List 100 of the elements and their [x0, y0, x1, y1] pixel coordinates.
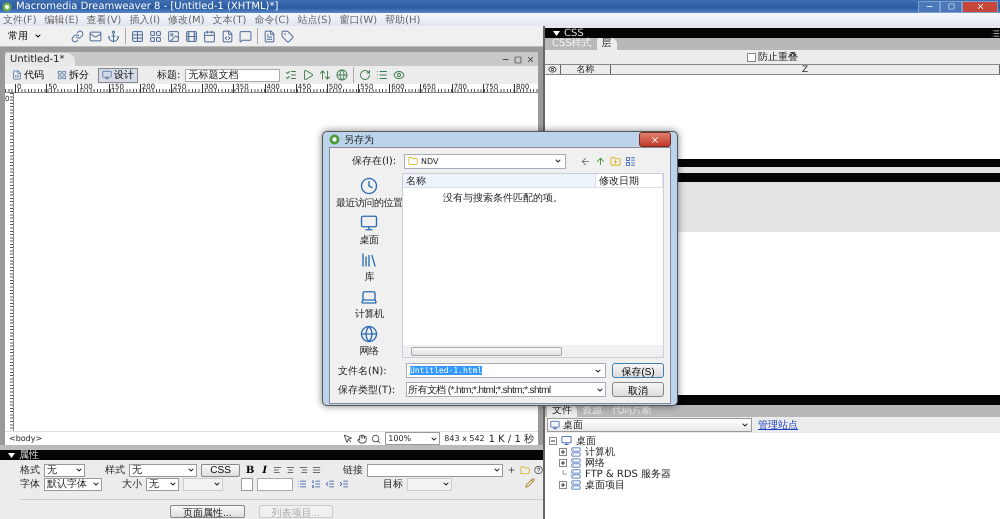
hand-icon[interactable]: [357, 434, 368, 444]
color-field[interactable]: [257, 478, 293, 490]
checklist-icon[interactable]: [285, 69, 298, 81]
tree-item[interactable]: 桌面: [576, 434, 596, 448]
size-dropdown[interactable]: 无: [146, 478, 179, 490]
collapse-triangle-icon[interactable]: [553, 30, 560, 36]
options-menu-icon[interactable]: [991, 28, 1000, 38]
expand-icon[interactable]: [559, 480, 567, 488]
file-code-icon[interactable]: [221, 30, 234, 42]
title-field[interactable]: 无标题文档: [185, 68, 280, 82]
close-button[interactable]: [639, 132, 671, 147]
grid-icon[interactable]: [149, 30, 162, 42]
bold-button[interactable]: B: [244, 464, 256, 476]
tag-icon[interactable]: [281, 30, 294, 42]
refresh-icon[interactable]: [359, 69, 372, 81]
split-icon[interactable]: [57, 70, 67, 80]
monitor-icon[interactable]: [561, 435, 572, 446]
menu-item[interactable]: 插入(I): [129, 12, 160, 26]
column-header[interactable]: Z: [611, 65, 1000, 74]
tree-item[interactable]: FTP & RDS 服务器: [585, 466, 672, 480]
place-label[interactable]: 库: [364, 270, 374, 284]
numbered-list-icon[interactable]: [311, 479, 321, 489]
place-label[interactable]: 计算机: [354, 307, 384, 321]
document-tab[interactable]: Untitled-1*: [5, 53, 75, 66]
code-icon[interactable]: [12, 70, 22, 80]
anchor-icon[interactable]: [107, 30, 120, 42]
view-button[interactable]: 代码: [8, 68, 48, 82]
server-icon[interactable]: [571, 480, 581, 490]
tag-selector[interactable]: <body>: [9, 434, 340, 443]
align-center-icon[interactable]: [286, 465, 296, 475]
server-icon[interactable]: [571, 468, 581, 478]
css-button[interactable]: CSS: [201, 464, 240, 476]
eye-icon[interactable]: [548, 65, 557, 74]
panel-button[interactable]: 页面属性...: [170, 505, 244, 518]
outdent-icon[interactable]: [325, 479, 335, 489]
menu-item[interactable]: 修改(M): [168, 12, 205, 26]
tree-item[interactable]: 计算机: [585, 444, 615, 458]
design-icon[interactable]: [102, 70, 112, 80]
font-dropdown[interactable]: 默认字体: [44, 478, 102, 490]
color-picker[interactable]: [241, 478, 253, 490]
close-button[interactable]: [962, 0, 998, 12]
restore-button[interactable]: [940, 0, 962, 12]
menu-item[interactable]: 命令(C): [254, 12, 290, 26]
place-label[interactable]: 网络: [360, 344, 378, 358]
view-button[interactable]: 设计: [98, 68, 138, 82]
menu-item[interactable]: 文本(T): [212, 12, 246, 26]
globe-icon[interactable]: [336, 69, 348, 81]
close-icon[interactable]: [526, 55, 535, 64]
pointer-icon[interactable]: [343, 434, 354, 444]
table-icon[interactable]: [131, 30, 144, 42]
link-dropdown[interactable]: [367, 464, 504, 476]
mail-icon[interactable]: [89, 30, 102, 42]
format-dropdown[interactable]: 无: [44, 464, 86, 476]
play-icon[interactable]: [302, 69, 314, 81]
align-right-icon[interactable]: [299, 465, 308, 475]
menu-item[interactable]: 编辑(E): [44, 12, 79, 26]
document-icon[interactable]: [263, 30, 276, 42]
zoom-dropdown[interactable]: 100%: [385, 432, 440, 445]
clock-icon[interactable]: [360, 177, 378, 195]
zoom-icon[interactable]: [371, 434, 382, 444]
style-dropdown[interactable]: 无: [129, 464, 198, 476]
filetype-dropdown[interactable]: 所有文档 (*.htm;*.html;*.shtm;*.shtml: [406, 382, 606, 397]
save-button[interactable]: 保存(S): [612, 363, 664, 378]
film-icon[interactable]: [185, 30, 198, 42]
window-size[interactable]: 843 x 542: [444, 434, 485, 443]
calendar-icon[interactable]: [203, 30, 216, 42]
link-icon[interactable]: [71, 30, 84, 42]
manage-sites-link[interactable]: 管理站点: [758, 418, 798, 432]
checkbox[interactable]: [747, 52, 756, 62]
view-menu-icon[interactable]: [625, 156, 636, 166]
monitor-icon[interactable]: [550, 420, 560, 430]
globe-icon[interactable]: [360, 325, 378, 343]
expand-icon[interactable]: [559, 458, 567, 466]
column-header[interactable]: 修改日期: [596, 174, 663, 187]
restore-icon[interactable]: [514, 56, 522, 64]
image-icon[interactable]: [167, 30, 180, 42]
indent-icon[interactable]: [339, 479, 349, 489]
place-label[interactable]: 桌面: [360, 233, 378, 247]
computer-icon[interactable]: [360, 288, 378, 306]
collapse-triangle-icon[interactable]: [8, 452, 15, 458]
minimize-button[interactable]: [918, 0, 940, 12]
comment-icon[interactable]: [239, 30, 252, 42]
server-icon[interactable]: [571, 458, 581, 468]
cancel-button[interactable]: 取消: [612, 382, 664, 397]
view-button[interactable]: 拆分: [53, 68, 93, 82]
bullet-list-icon[interactable]: [297, 479, 307, 489]
server-icon[interactable]: [571, 446, 581, 456]
tree-item[interactable]: 桌面项目: [585, 478, 625, 492]
italic-button[interactable]: I: [260, 464, 269, 476]
menu-item[interactable]: 查看(V): [86, 12, 122, 26]
expand-icon[interactable]: [559, 448, 567, 456]
menu-item[interactable]: 窗口(W): [339, 12, 378, 26]
monitor-icon[interactable]: [360, 214, 378, 232]
menu-item[interactable]: 帮助(H): [385, 12, 420, 26]
category-dropdown[interactable]: 常用: [8, 29, 66, 43]
place-label[interactable]: 最近访问的位置: [336, 196, 402, 210]
justify-icon[interactable]: [312, 465, 322, 475]
panel-tab[interactable]: 层: [596, 38, 617, 50]
up-down-arrows-icon[interactable]: [319, 69, 332, 81]
tree-item[interactable]: 网络: [585, 456, 605, 470]
